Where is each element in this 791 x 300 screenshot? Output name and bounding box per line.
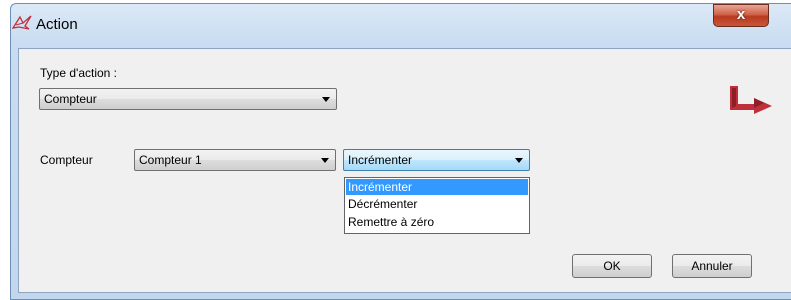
chevron-down-icon xyxy=(515,158,523,163)
cancel-button[interactable]: Annuler xyxy=(672,254,752,278)
chevron-down-icon xyxy=(322,97,330,102)
counter-select[interactable]: Compteur 1 xyxy=(134,149,336,171)
operation-select[interactable]: Incrémenter xyxy=(343,149,530,171)
ok-button[interactable]: OK xyxy=(572,254,652,278)
operation-dropdown-list: Incrémenter Décrémenter Remettre à zéro xyxy=(344,177,530,234)
action-icon xyxy=(11,15,32,30)
counter-select-value: Compteur 1 xyxy=(139,153,202,167)
title-bar[interactable] xyxy=(10,4,791,44)
window-title: Action xyxy=(36,16,78,33)
close-button[interactable]: x xyxy=(713,4,769,27)
operation-select-value: Incrémenter xyxy=(348,153,413,167)
close-icon: x xyxy=(736,6,746,23)
type-select[interactable]: Compteur xyxy=(39,88,337,110)
type-select-value: Compteur xyxy=(44,92,97,106)
chevron-down-icon xyxy=(321,158,329,163)
option-incrementer[interactable]: Incrémenter xyxy=(346,179,528,195)
counter-label: Compteur xyxy=(40,153,93,167)
type-label: Type d'action : xyxy=(40,66,118,80)
option-remettre-a-zero[interactable]: Remettre à zéro xyxy=(346,214,528,230)
arrow-logo-icon xyxy=(730,86,772,114)
option-decrementer[interactable]: Décrémenter xyxy=(346,196,528,212)
